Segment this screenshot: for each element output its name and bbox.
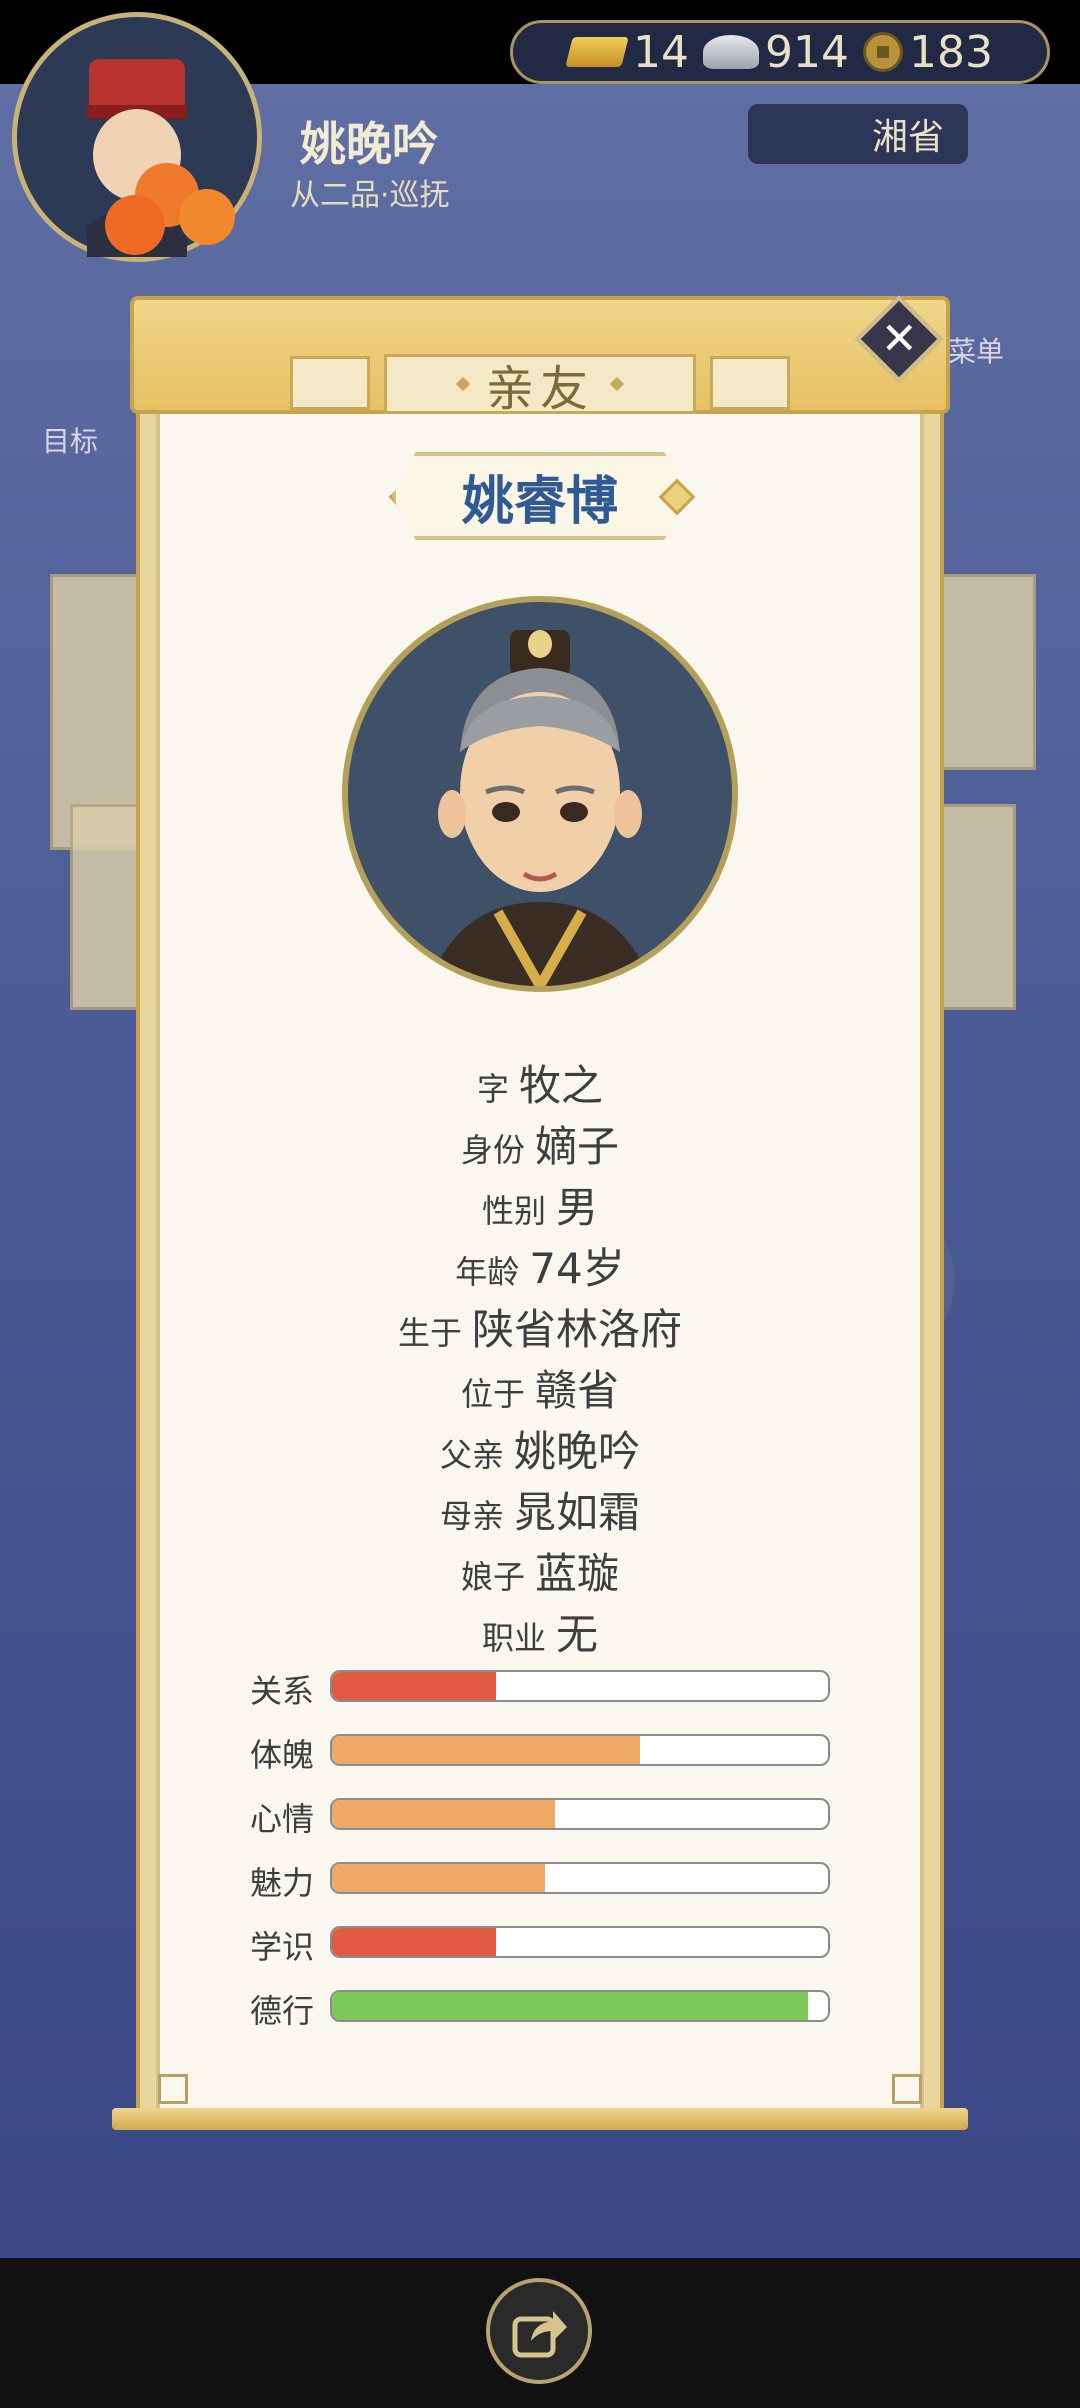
info-key: 母亲 [439,1497,504,1535]
stat-label: 德行 [250,1992,315,2030]
info-value: 无 [556,1610,599,1659]
gold-ingot-icon [565,37,629,67]
player-name: 姚晚吟 [300,117,438,171]
diamond-ornament-icon [455,376,471,392]
stat-bar [330,1862,830,1894]
silver-ingot-icon [703,35,759,69]
menu-label[interactable]: 菜单 [948,330,1004,370]
player-rank: 从二品·巡抚 [290,178,450,213]
person-name-plate: 姚睿博 [392,452,688,540]
scroll-bottom-rod [112,2108,968,2130]
info-row: 身份 嫡子 [156,1113,924,1174]
stat-label: 魅力 [250,1864,315,1902]
stat-label: 体魄 [250,1736,315,1774]
elder-portrait-icon [428,630,652,986]
person-name: 姚睿博 [461,471,618,532]
info-key: 职业 [481,1619,546,1657]
coin-amount: 183 [908,26,993,78]
panel-title: 亲友 [384,354,696,417]
info-value: 蓝璇 [535,1549,620,1598]
background-card [940,574,1036,770]
stat-bar [330,1926,830,1958]
stat-bar-fill [332,1864,546,1892]
info-key: 娘子 [460,1558,525,1596]
share-button[interactable] [486,2278,592,2384]
diamond-ornament-icon [609,376,625,392]
info-value: 74岁 [529,1244,625,1293]
info-key: 父亲 [439,1436,504,1474]
close-icon: ✕ [880,313,918,364]
info-key: 生于 [397,1314,462,1352]
corner-ornament [158,2074,188,2104]
info-row: 生于 陕省林洛府 [156,1296,924,1357]
info-row: 性别男 [156,1174,924,1235]
stat-label: 心情 [250,1800,315,1838]
region-label: 湘省 [871,117,944,158]
silver-amount: 914 [765,26,849,78]
info-key: 位于 [460,1375,525,1413]
currency-bar: 14 914 183 [510,20,1050,84]
goal-label[interactable]: 目标 [42,420,98,460]
tab-ornament-right [710,356,790,410]
info-row: 母亲 晁如霜 [156,1479,924,1540]
info-row: 字牧之 [156,1052,924,1113]
info-row: 父亲 姚晚吟 [156,1418,924,1479]
stat-label: 关系 [250,1672,315,1710]
stat-label: 学识 [250,1928,315,1966]
stat-bar-fill [332,1800,556,1828]
info-value: 陕省林洛府 [472,1305,683,1354]
background-card [940,804,1016,1010]
info-row: 娘子 蓝璇 [156,1540,924,1601]
info-key: 年龄 [455,1253,520,1291]
info-value: 赣省 [535,1366,620,1415]
stat-bar [330,1670,830,1702]
copper-coin-icon [862,32,903,72]
info-row: 年龄 74岁 [156,1235,924,1296]
stat-bar-fill [332,1928,496,1956]
info-key: 性别 [481,1192,546,1230]
stat-bar-fill [332,1992,809,2020]
info-value: 男 [556,1183,599,1232]
info-key: 字 [476,1070,509,1108]
corner-ornament [892,2074,922,2104]
player-avatar[interactable] [12,12,262,262]
panel-title-text: 亲友 [485,361,594,417]
info-value: 牧之 [519,1061,604,1110]
info-row: 位于 赣省 [156,1357,924,1418]
region-button[interactable]: 湘省 [748,104,968,164]
gold-amount: 14 [633,26,689,78]
stat-bar [330,1798,830,1830]
info-row: 职业无 [156,1601,924,1662]
info-value: 晁如霜 [514,1488,641,1537]
share-icon [512,2311,567,2358]
info-value: 嫡子 [535,1122,620,1171]
stat-bar [330,1990,830,2022]
player-avatar-icon [87,59,235,257]
person-portrait [342,596,738,992]
info-value: 姚晚吟 [514,1427,641,1476]
stat-bar-fill [332,1672,496,1700]
stat-bar [330,1734,830,1766]
tab-ornament-left [290,356,370,410]
info-key: 身份 [460,1131,525,1169]
stat-bar-fill [332,1736,640,1764]
